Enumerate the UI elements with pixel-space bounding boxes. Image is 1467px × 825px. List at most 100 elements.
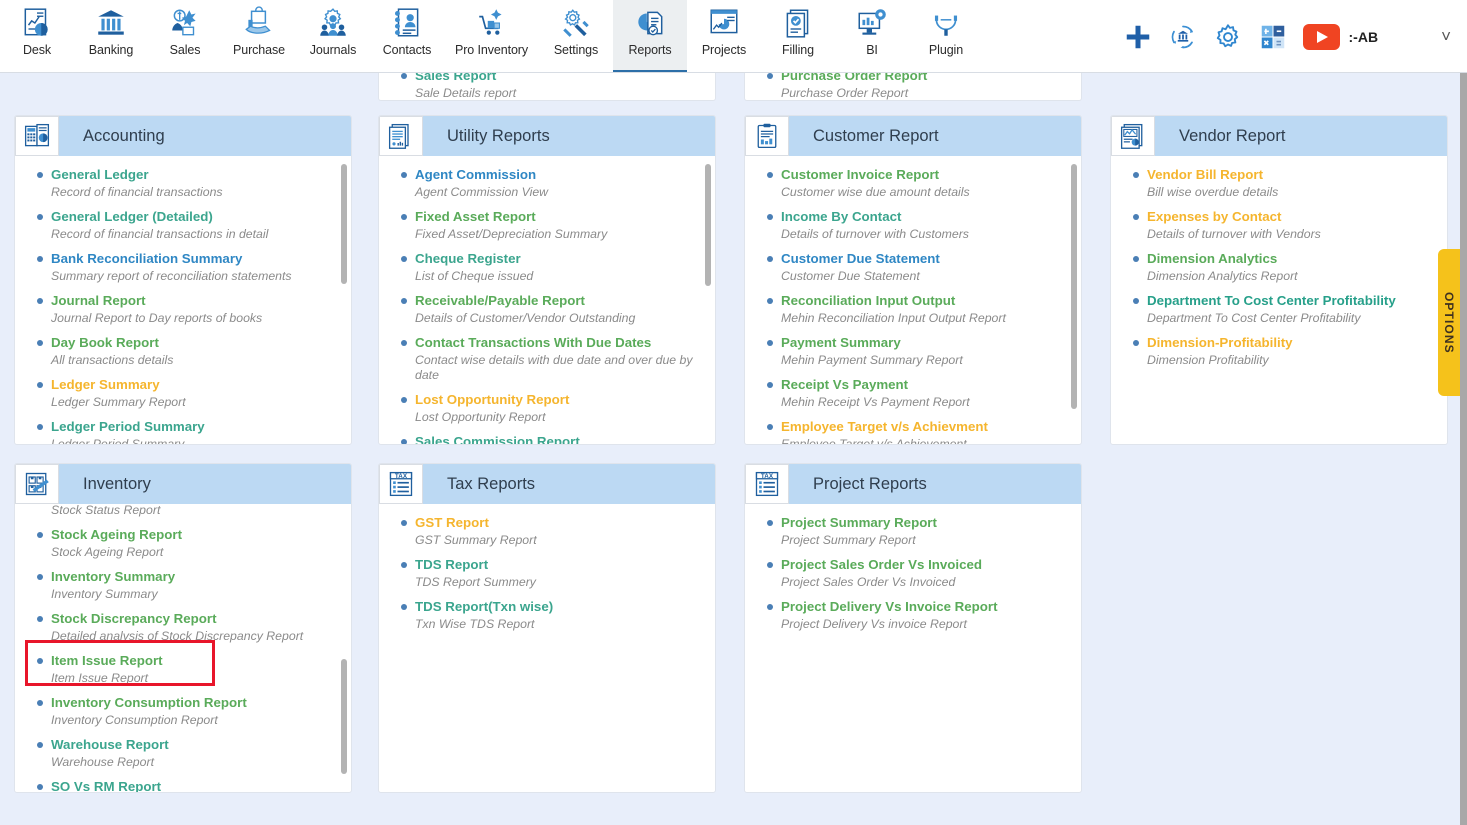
report-link-title[interactable]: Payment Summary: [781, 335, 901, 350]
report-link-item[interactable]: Expenses by Contact Details of turnover w…: [1111, 208, 1447, 242]
page-scrollbar-track[interactable]: [1460, 73, 1467, 825]
report-link-item[interactable]: Agent Commission Agent Commission View: [379, 166, 715, 200]
report-link-title[interactable]: Inventory Summary: [51, 569, 175, 584]
report-link-item[interactable]: Cheque Register List of Cheque issued: [379, 250, 715, 284]
report-link-title[interactable]: Agent Commission: [415, 167, 536, 182]
nav-item-sales[interactable]: Sales: [148, 0, 222, 73]
report-link-item[interactable]: Vendor Bill Report Bill wise overdue deta…: [1111, 166, 1447, 200]
report-link-title[interactable]: Expenses by Contact: [1147, 209, 1282, 224]
report-link-item[interactable]: Dimension Analytics Dimension Analytics R…: [1111, 250, 1447, 284]
report-link-item[interactable]: Receipt Vs Payment Mehin Receipt Vs Payme…: [745, 376, 1081, 410]
report-link-title[interactable]: Dimension Analytics: [1147, 251, 1277, 266]
report-link-title[interactable]: TDS Report(Txn wise): [415, 599, 553, 614]
report-link-title[interactable]: Dimension-Profitability: [1147, 335, 1293, 350]
plus-icon[interactable]: [1123, 22, 1153, 52]
report-link-item[interactable]: TDS Report TDS Report Summery: [379, 556, 715, 590]
report-link-item-partial[interactable]: Stock Status Report: [15, 504, 351, 518]
report-link-title[interactable]: Reconciliation Input Output: [781, 293, 955, 308]
page-scrollbar-thumb[interactable]: [1460, 73, 1467, 825]
report-link-item[interactable]: Lost Opportunity Report Lost Opportunity …: [379, 391, 715, 425]
report-link-title[interactable]: Project Sales Order Vs Invoiced: [781, 557, 982, 572]
report-link-item[interactable]: Ledger Period Summary Ledger Period Summa…: [15, 418, 351, 444]
report-link-item[interactable]: Bank Reconciliation Summary Summary repor…: [15, 250, 351, 284]
report-link-item[interactable]: Inventory Summary Inventory Summary: [15, 568, 351, 602]
card-scrollbar-thumb[interactable]: [1071, 164, 1077, 409]
card-scrollbar-thumb[interactable]: [341, 164, 347, 284]
report-link-item[interactable]: Purchase Order Report Purchase Order Repo…: [745, 73, 1081, 100]
report-link-item[interactable]: GST Report GST Summary Report: [379, 514, 715, 548]
report-link-title[interactable]: Item Issue Report: [51, 653, 163, 668]
report-link-item[interactable]: Journal Report Journal Report to Day repo…: [15, 292, 351, 326]
report-link-title[interactable]: Employee Target v/s Achievment: [781, 419, 988, 434]
card-scrollbar-thumb[interactable]: [705, 164, 711, 286]
report-link-title[interactable]: Project Delivery Vs Invoice Report: [781, 599, 998, 614]
nav-item-banking[interactable]: Banking: [74, 0, 148, 73]
report-link-item[interactable]: Income By Contact Details of turnover wit…: [745, 208, 1081, 242]
report-link-item[interactable]: Project Delivery Vs Invoice Report Projec…: [745, 598, 1081, 632]
report-link-item[interactable]: Customer Invoice Report Customer wise due…: [745, 166, 1081, 200]
nav-item-plugin[interactable]: Plugin: [909, 0, 983, 73]
report-link-title[interactable]: Day Book Report: [51, 335, 159, 350]
report-link-title[interactable]: Bank Reconciliation Summary: [51, 251, 242, 266]
report-link-item[interactable]: Stock Ageing Report Stock Ageing Report: [15, 526, 351, 560]
report-link-title[interactable]: Sales Commission Report: [415, 434, 580, 444]
report-link-title[interactable]: Lost Opportunity Report: [415, 392, 569, 407]
report-link-title[interactable]: Stock Discrepancy Report: [51, 611, 217, 626]
nav-item-filling[interactable]: Filling: [761, 0, 835, 73]
bank-sync-icon[interactable]: [1168, 22, 1198, 52]
report-link-title[interactable]: Warehouse Report: [51, 737, 169, 752]
report-link-title[interactable]: Cheque Register: [415, 251, 521, 266]
report-link-title[interactable]: Ledger Period Summary: [51, 419, 205, 434]
report-link-item[interactable]: Ledger Summary Ledger Summary Report: [15, 376, 351, 410]
nav-item-reports[interactable]: Reports: [613, 0, 687, 73]
report-link-title[interactable]: Ledger Summary: [51, 377, 160, 392]
card-scrollbar-thumb[interactable]: [341, 659, 347, 774]
report-link-item[interactable]: Item Issue Report Item Issue Report: [15, 652, 351, 686]
nav-item-settings[interactable]: Settings: [539, 0, 613, 73]
report-link-title[interactable]: Contact Transactions With Due Dates: [415, 335, 651, 350]
report-link-item[interactable]: Sales Report Sale Details report: [379, 73, 715, 100]
nav-item-purchase[interactable]: Purchase: [222, 0, 296, 73]
gear-icon[interactable]: [1213, 22, 1243, 52]
report-link-title[interactable]: General Ledger (Detailed): [51, 209, 213, 224]
report-link-title[interactable]: Department To Cost Center Profitability: [1147, 293, 1396, 308]
report-link-title[interactable]: SO Vs RM Report: [51, 779, 161, 792]
report-link-item[interactable]: Project Summary Report Project Summary Re…: [745, 514, 1081, 548]
report-link-item[interactable]: Employee Target v/s Achievment Employee T…: [745, 418, 1081, 444]
youtube-play-icon[interactable]: [1302, 23, 1340, 50]
report-link-item[interactable]: General Ledger Record of financial transa…: [15, 166, 351, 200]
report-link-title[interactable]: Income By Contact: [781, 209, 901, 224]
report-link-item[interactable]: Reconciliation Input Output Mehin Reconci…: [745, 292, 1081, 326]
report-link-title[interactable]: Sales Report: [415, 73, 496, 83]
report-link-title[interactable]: Journal Report: [51, 293, 146, 308]
report-link-item[interactable]: Inventory Consumption Report Inventory Co…: [15, 694, 351, 728]
chevron-down-icon[interactable]: ˅: [1441, 28, 1451, 45]
report-link-item[interactable]: Receivable/Payable Report Details of Cust…: [379, 292, 715, 326]
report-link-title[interactable]: Project Summary Report: [781, 515, 937, 530]
report-link-title[interactable]: Vendor Bill Report: [1147, 167, 1263, 182]
report-link-item[interactable]: Stock Discrepancy Report Detailed analysi…: [15, 610, 351, 644]
report-link-title[interactable]: General Ledger: [51, 167, 149, 182]
report-link-item[interactable]: Project Sales Order Vs Invoiced Project S…: [745, 556, 1081, 590]
report-link-item[interactable]: General Ledger (Detailed) Record of finan…: [15, 208, 351, 242]
report-link-item[interactable]: Dimension-Profitability Dimension Profita…: [1111, 334, 1447, 368]
calculator-icon[interactable]: [1258, 22, 1288, 52]
nav-item-bi[interactable]: BI: [835, 0, 909, 73]
options-side-tab[interactable]: OPTIONS: [1438, 249, 1460, 396]
nav-item-desk[interactable]: Desk: [0, 0, 74, 73]
report-link-title[interactable]: Inventory Consumption Report: [51, 695, 247, 710]
nav-item-projects[interactable]: Projects: [687, 0, 761, 73]
report-link-title[interactable]: TDS Report: [415, 557, 488, 572]
report-link-title[interactable]: Customer Due Statement: [781, 251, 940, 266]
report-link-title[interactable]: GST Report: [415, 515, 489, 530]
nav-item-pro-inventory[interactable]: Pro Inventory: [444, 0, 539, 73]
report-link-item[interactable]: Contact Transactions With Due Dates Conta…: [379, 334, 715, 383]
report-link-item[interactable]: Fixed Asset Report Fixed Asset/Depreciati…: [379, 208, 715, 242]
report-link-item[interactable]: Day Book Report All transactions details: [15, 334, 351, 368]
report-link-title[interactable]: Stock Ageing Report: [51, 527, 182, 542]
report-link-title[interactable]: Fixed Asset Report: [415, 209, 536, 224]
nav-item-contacts[interactable]: Contacts: [370, 0, 444, 73]
report-link-title[interactable]: Purchase Order Report: [781, 73, 927, 83]
report-link-item[interactable]: TDS Report(Txn wise) Txn Wise TDS Report: [379, 598, 715, 632]
report-link-item[interactable]: Warehouse Report Warehouse Report: [15, 736, 351, 770]
